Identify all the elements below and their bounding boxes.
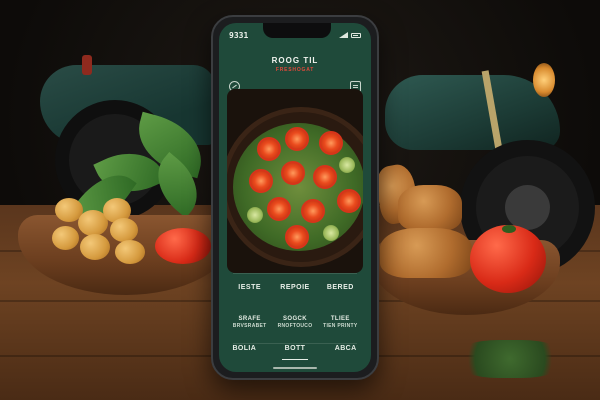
herb-sprig [455,340,565,378]
status-icons [339,32,361,38]
tomato-slice [285,127,309,151]
menu-item-subtitle: TIEN PRINTY [323,322,358,329]
phone-screen: 9331 ROOG TIL FRESHOGAT IESTE REPOIE BER… [219,23,371,372]
menu-item-title: TLIEE [330,315,350,322]
menu-header[interactable]: BERED [318,275,363,299]
menu-item-title: SOGCK [282,315,307,322]
tab-bar: BOLIA BOTT ABCA [219,334,371,362]
tab-bott[interactable]: BOTT [270,334,321,362]
tomato-slice [337,189,361,213]
menu-header[interactable]: REPOIE [272,275,317,299]
potato [115,240,145,264]
cucumber-slice [323,225,339,241]
menu-header-label: REPOIE [280,283,310,291]
status-time: 9331 [229,30,249,40]
motorcycle-headlight [533,63,555,97]
tomato-slice [257,137,281,161]
tomato-stem [502,225,516,233]
tomato [155,228,211,264]
menu-item-subtitle: BRVSRABET [232,322,267,329]
cucumber-slice [339,157,355,173]
tab-bolia[interactable]: BOLIA [219,334,270,362]
potato [80,234,110,260]
menu-header-label: BERED [326,283,354,291]
menu-header-label: IESTE [238,283,262,291]
tomato-slice [249,169,273,193]
tomato-slice [301,199,325,223]
tomato-slice [285,225,309,249]
motorcycle-right-rim [505,185,550,230]
menu-item-title: SRAFE [238,315,261,322]
phone-device: 9331 ROOG TIL FRESHOGAT IESTE REPOIE BER… [211,15,379,380]
tomato [470,225,546,293]
tomato-slice [267,197,291,221]
potato [110,218,138,242]
bread-slice [398,185,462,231]
battery-icon [351,32,361,38]
home-indicator[interactable] [273,367,317,369]
app-title: ROOG TIL [271,56,319,65]
tomato-slice [319,131,343,155]
motorcycle-left-accent [82,55,92,75]
status-bar: 9331 [229,29,361,41]
menu-item-subtitle: RNOFTOUCO [277,322,313,329]
cucumber-slice [247,207,263,223]
hero-food-image[interactable] [227,89,363,273]
bread-loaf [380,228,472,278]
signal-icon [339,32,348,38]
app-header: ROOG TIL FRESHOGAT [219,43,371,93]
tomato-slice [313,165,337,189]
menu-header[interactable]: IESTE [227,275,272,299]
tab-abca[interactable]: ABCA [320,334,371,362]
divider [233,273,357,274]
potato [52,226,79,250]
tomato-slice [281,161,305,185]
app-subtitle: FRESHOGAT [275,67,315,73]
